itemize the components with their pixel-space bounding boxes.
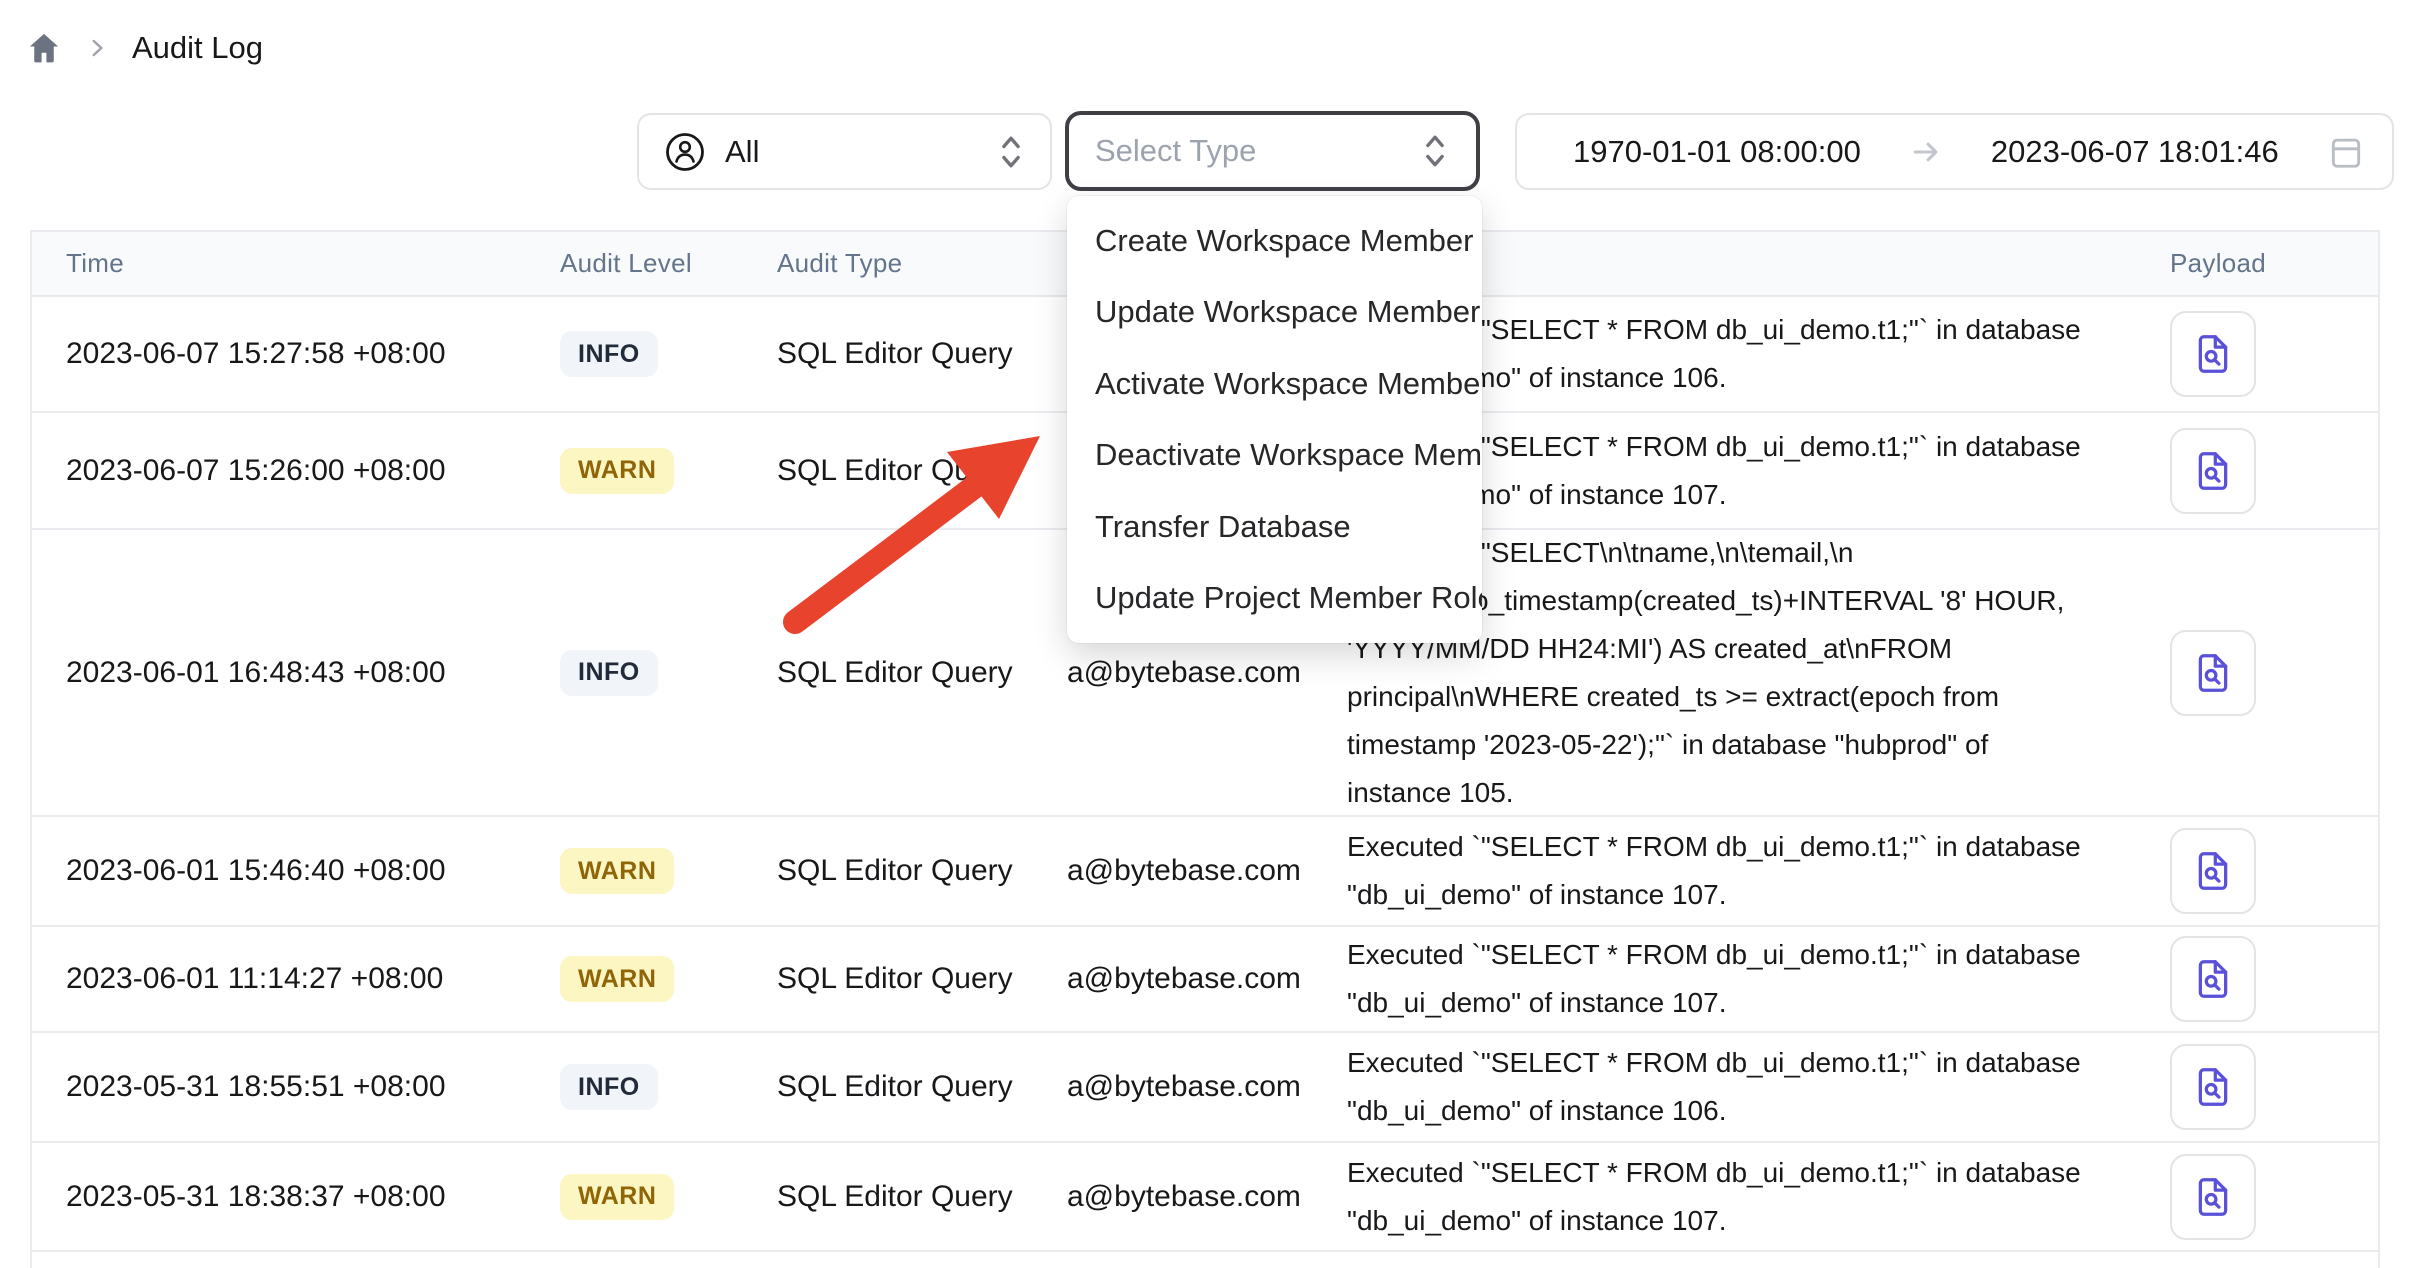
table-row: 2023-05-31 18:38:37 +08:00 WARN SQL Edit… [32,1143,2378,1252]
person-circle-icon [663,130,707,174]
cell-time: 2023-06-01 16:48:43 +08:00 [32,656,560,690]
cell-audit-type: SQL Editor Query [777,854,1067,888]
payload-view-button[interactable] [2170,936,2256,1022]
breadcrumb: Audit Log [26,24,263,72]
type-option-deactivate-workspace-member[interactable]: Deactivate Workspace Member [1067,420,1482,492]
cell-time: 2023-06-07 15:27:58 +08:00 [32,337,560,371]
file-search-icon [2190,331,2236,377]
audit-level-badge: INFO [560,1064,658,1110]
date-range-start[interactable]: 1970-01-01 08:00:00 [1573,134,1861,170]
date-range-picker[interactable]: 1970-01-01 08:00:00 2023-06-07 18:01:46 [1515,113,2394,190]
col-header-payload: Payload [2132,248,2378,279]
page-title: Audit Log [132,30,263,66]
cell-time: 2023-06-01 15:46:40 +08:00 [32,854,560,888]
cell-time: 2023-05-31 18:55:51 +08:00 [32,1070,560,1104]
chevron-up-down-icon [1420,129,1450,173]
type-option-activate-workspace-member[interactable]: Activate Workspace Member [1067,348,1482,420]
audit-level-badge: INFO [560,650,658,696]
col-header-time: Time [32,248,560,279]
cell-audit-type: SQL Editor Query [777,454,1067,488]
payload-view-button[interactable] [2170,828,2256,914]
payload-view-button[interactable] [2170,311,2256,397]
table-row: 2023-06-01 15:46:40 +08:00 WARN SQL Edit… [32,817,2378,927]
file-search-icon [2190,448,2236,494]
cell-comment: Executed `"SELECT * FROM db_ui_demo.t1;"… [1347,931,2132,1027]
cell-actor: a@bytebase.com [1067,854,1347,888]
date-range-end[interactable]: 2023-06-07 18:01:46 [1991,134,2279,170]
type-option-update-workspace-member[interactable]: Update Workspace Member [1067,277,1482,349]
type-option-update-project-member-role[interactable]: Update Project Member Role [1067,563,1482,635]
cell-comment: Executed `"SELECT * FROM db_ui_demo.t1;"… [1347,1149,2132,1245]
payload-view-button[interactable] [2170,428,2256,514]
file-search-icon [2190,1064,2236,1110]
actor-filter-value: All [725,134,759,170]
cell-audit-type: SQL Editor Query [777,656,1067,690]
chevron-up-down-icon [996,130,1026,174]
audit-type-placeholder: Select Type [1095,133,1256,169]
cell-time: 2023-06-01 11:14:27 +08:00 [32,962,560,996]
cell-actor: a@bytebase.com [1067,1180,1347,1214]
arrow-right-icon [1909,135,1943,169]
audit-level-badge: INFO [560,331,658,377]
cell-time: 2023-05-31 18:38:37 +08:00 [32,1180,560,1214]
file-search-icon [2190,650,2236,696]
payload-view-button[interactable] [2170,1044,2256,1130]
col-header-type: Audit Type [777,248,1067,279]
cell-audit-type: SQL Editor Query [777,1180,1067,1214]
payload-view-button[interactable] [2170,1154,2256,1240]
cell-time: 2023-06-07 15:26:00 +08:00 [32,454,560,488]
type-option-transfer-database[interactable]: Transfer Database [1067,491,1482,563]
audit-type-select[interactable]: Select Type [1065,111,1480,191]
payload-view-button[interactable] [2170,630,2256,716]
audit-level-badge: WARN [560,848,674,894]
home-icon[interactable] [26,30,62,66]
file-search-icon [2190,1174,2236,1220]
table-row-partial [32,1252,2378,1268]
cell-comment: Executed `"SELECT * FROM db_ui_demo.t1;"… [1347,1039,2132,1135]
audit-level-badge: WARN [560,956,674,1002]
cell-actor: a@bytebase.com [1067,656,1347,690]
type-option-create-workspace-member[interactable]: Create Workspace Member [1067,205,1482,277]
audit-log-page: Audit Log All Select Type 1970-01-01 08:… [0,0,2410,1268]
col-header-level: Audit Level [560,248,777,279]
table-row: 2023-05-31 18:55:51 +08:00 INFO SQL Edit… [32,1033,2378,1143]
breadcrumb-chevron-icon [84,35,110,61]
file-search-icon [2190,956,2236,1002]
calendar-icon[interactable] [2327,133,2365,171]
cell-actor: a@bytebase.com [1067,962,1347,996]
file-search-icon [2190,848,2236,894]
audit-type-dropdown-menu: Create Workspace Member Update Workspace… [1067,196,1482,643]
cell-audit-type: SQL Editor Query [777,337,1067,371]
audit-level-badge: WARN [560,1174,674,1220]
cell-comment: Executed `"SELECT * FROM db_ui_demo.t1;"… [1347,823,2132,919]
cell-audit-type: SQL Editor Query [777,962,1067,996]
table-row: 2023-06-01 11:14:27 +08:00 WARN SQL Edit… [32,927,2378,1033]
cell-actor: a@bytebase.com [1067,1070,1347,1104]
actor-filter-select[interactable]: All [637,113,1052,190]
cell-audit-type: SQL Editor Query [777,1070,1067,1104]
audit-level-badge: WARN [560,448,674,494]
